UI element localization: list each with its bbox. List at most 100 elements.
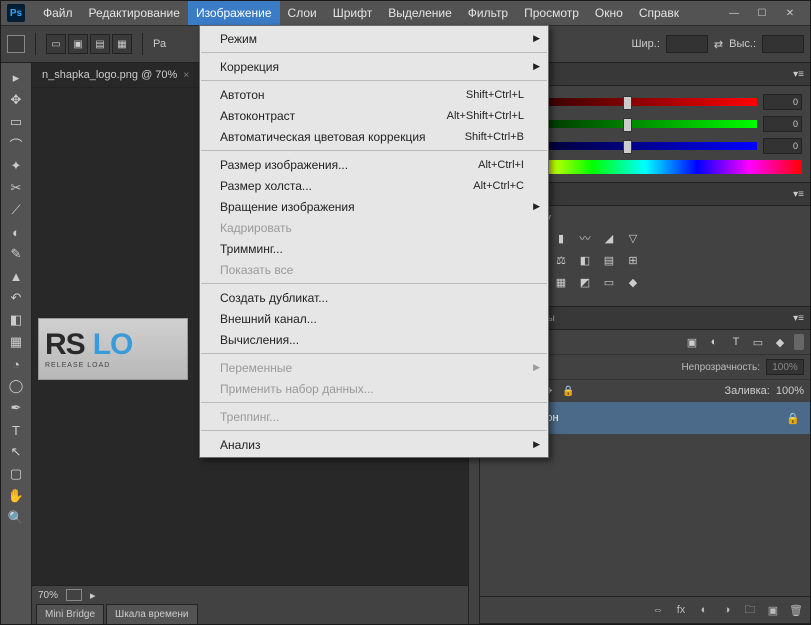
status-arrow-icon[interactable]: ▸ xyxy=(90,589,96,602)
zoom-value[interactable]: 70% xyxy=(38,590,58,601)
lasso-tool[interactable]: ⌒ xyxy=(4,133,28,155)
swap-wh-icon[interactable]: ⇄ xyxy=(714,38,723,51)
menu-option[interactable]: Создать дубликат... xyxy=(200,287,548,308)
menu-option[interactable]: АвтоконтрастAlt+Shift+Ctrl+L xyxy=(200,105,548,126)
clone-stamp-tool[interactable]: ▲ xyxy=(4,265,28,287)
shape-tool[interactable]: ▢ xyxy=(4,463,28,485)
marquee-add-icon[interactable]: ▣ xyxy=(68,34,88,54)
marquee-intersect-icon[interactable]: ▦ xyxy=(112,34,132,54)
filter-toggle-icon[interactable] xyxy=(794,334,804,350)
menu-выделение[interactable]: Выделение xyxy=(380,1,460,25)
app-logo: Ps xyxy=(7,4,25,22)
fill-value[interactable]: 100% xyxy=(776,385,804,397)
window-close[interactable]: ✕ xyxy=(776,3,804,23)
posterize-icon[interactable]: ▦ xyxy=(552,274,570,290)
dodge-tool[interactable]: ◯ xyxy=(4,375,28,397)
window-maximize[interactable]: ☐ xyxy=(748,3,776,23)
menu-файл[interactable]: Файл xyxy=(35,1,81,25)
menu-option[interactable]: Автоматическая цветовая коррекцияShift+C… xyxy=(200,126,548,147)
pen-tool[interactable]: ✒ xyxy=(4,397,28,419)
close-tab-icon[interactable]: × xyxy=(183,70,189,81)
menu-просмотр[interactable]: Просмотр xyxy=(516,1,587,25)
brush-tool[interactable]: ✎ xyxy=(4,243,28,265)
menu-option[interactable]: Режим▶ xyxy=(200,28,548,49)
menu-изображение[interactable]: Изображение xyxy=(188,1,280,25)
menu-шрифт[interactable]: Шрифт xyxy=(325,1,380,25)
new-group-icon[interactable]: 🗀 xyxy=(742,602,758,618)
panel-menu-icon[interactable]: ▾≡ xyxy=(787,63,810,85)
filter-shape-icon[interactable]: ▭ xyxy=(750,334,766,350)
menu-option[interactable]: АвтотонShift+Ctrl+L xyxy=(200,84,548,105)
red-value[interactable]: 0 xyxy=(763,94,802,110)
panel-menu-icon[interactable]: ▾≡ xyxy=(787,307,810,329)
move-tool[interactable]: ✥ xyxy=(4,89,28,111)
window-minimize[interactable]: — xyxy=(720,3,748,23)
bw-icon[interactable]: ◧ xyxy=(576,252,594,268)
type-tool[interactable]: T xyxy=(4,419,28,441)
menu-option: Треппинг... xyxy=(200,406,548,427)
bottom-tab[interactable]: Шкала времени xyxy=(106,604,197,624)
menu-option[interactable]: Размер холста...Alt+Ctrl+C xyxy=(200,175,548,196)
curves-icon[interactable]: 〰 xyxy=(576,230,594,246)
marquee-rect-icon[interactable]: ▭ xyxy=(46,34,66,54)
marquee-tool[interactable]: ▭ xyxy=(4,111,28,133)
film-icon[interactable] xyxy=(66,589,82,601)
gradient-map-icon[interactable]: ▭ xyxy=(600,274,618,290)
menu-фильтр[interactable]: Фильтр xyxy=(460,1,516,25)
toolbox: ▸ ✥ ▭ ⌒ ✦ ✂ ⟋ ◐ ✎ ▲ ↶ ◧ ▦ ◔ ◯ ✒ T ↖ ▢ ✋ … xyxy=(1,63,32,624)
layer-fx-icon[interactable]: fx xyxy=(673,602,689,618)
levels-icon[interactable]: ▮ xyxy=(552,230,570,246)
hand-tool[interactable]: ✋ xyxy=(4,485,28,507)
menu-option[interactable]: Размер изображения...Alt+Ctrl+I xyxy=(200,154,548,175)
document-tab[interactable]: n_shapka_logo.png @ 70% × xyxy=(32,63,200,87)
lock-all-icon[interactable]: 🔒 xyxy=(561,384,575,398)
gradient-tool[interactable]: ▦ xyxy=(4,331,28,353)
menu-option[interactable]: Вращение изображения▶ xyxy=(200,196,548,217)
delete-layer-icon[interactable]: 🗑 xyxy=(788,602,804,618)
path-select-tool[interactable]: ↖ xyxy=(4,441,28,463)
marquee-sub-icon[interactable]: ▤ xyxy=(90,34,110,54)
eyedropper-tool[interactable]: ⟋ xyxy=(4,199,28,221)
eraser-tool[interactable]: ◧ xyxy=(4,309,28,331)
history-brush-tool[interactable]: ↶ xyxy=(4,287,28,309)
bottom-tab[interactable]: Mini Bridge xyxy=(36,604,104,624)
filter-type-icon[interactable]: T xyxy=(728,334,744,350)
magic-wand-tool[interactable]: ✦ xyxy=(4,155,28,177)
blue-value[interactable]: 0 xyxy=(763,138,802,154)
new-layer-icon[interactable]: ▣ xyxy=(765,602,781,618)
menu-окно[interactable]: Окно xyxy=(587,1,631,25)
filter-adjust-icon[interactable]: ◐ xyxy=(706,334,722,350)
vibrance-icon[interactable]: ▽ xyxy=(624,230,642,246)
tool-preset-icon[interactable] xyxy=(7,35,25,53)
menu-option[interactable]: Коррекция▶ xyxy=(200,56,548,77)
opacity-value[interactable]: 100% xyxy=(766,359,804,375)
zoom-tool[interactable]: 🔍 xyxy=(4,507,28,529)
layer-mask-icon[interactable]: ◐ xyxy=(696,602,712,618)
menu-option[interactable]: Тримминг... xyxy=(200,238,548,259)
menu-option[interactable]: Внешний канал... xyxy=(200,308,548,329)
new-adjustment-icon[interactable]: ◑ xyxy=(719,602,735,618)
green-value[interactable]: 0 xyxy=(763,116,802,132)
exposure-icon[interactable]: ◢ xyxy=(600,230,618,246)
menu-редактирование[interactable]: Редактирование xyxy=(81,1,188,25)
channel-mixer-icon[interactable]: ⊞ xyxy=(624,252,642,268)
threshold-icon[interactable]: ◩ xyxy=(576,274,594,290)
menu-справк[interactable]: Справк xyxy=(631,1,687,25)
panel-menu-icon[interactable]: ▾≡ xyxy=(787,183,810,205)
crop-tool[interactable]: ✂ xyxy=(4,177,28,199)
selective-color-icon[interactable]: ◆ xyxy=(624,274,642,290)
filter-image-icon[interactable]: ▣ xyxy=(684,334,700,350)
filter-smart-icon[interactable]: ◆ xyxy=(772,334,788,350)
layer-lock-icon: 🔒 xyxy=(786,412,804,425)
balance-icon[interactable]: ⚖ xyxy=(552,252,570,268)
menu-option[interactable]: Анализ▶ xyxy=(200,434,548,455)
collapse-icon[interactable]: ▸ xyxy=(4,67,28,89)
blur-tool[interactable]: ◔ xyxy=(4,353,28,375)
healing-brush-tool[interactable]: ◐ xyxy=(4,221,28,243)
width-input[interactable] xyxy=(666,35,708,53)
height-input[interactable] xyxy=(762,35,804,53)
menu-слои[interactable]: Слои xyxy=(280,1,325,25)
menu-option[interactable]: Вычисления... xyxy=(200,329,548,350)
link-layers-icon[interactable]: ⇔ xyxy=(650,602,666,618)
photo-filter-icon[interactable]: ▤ xyxy=(600,252,618,268)
